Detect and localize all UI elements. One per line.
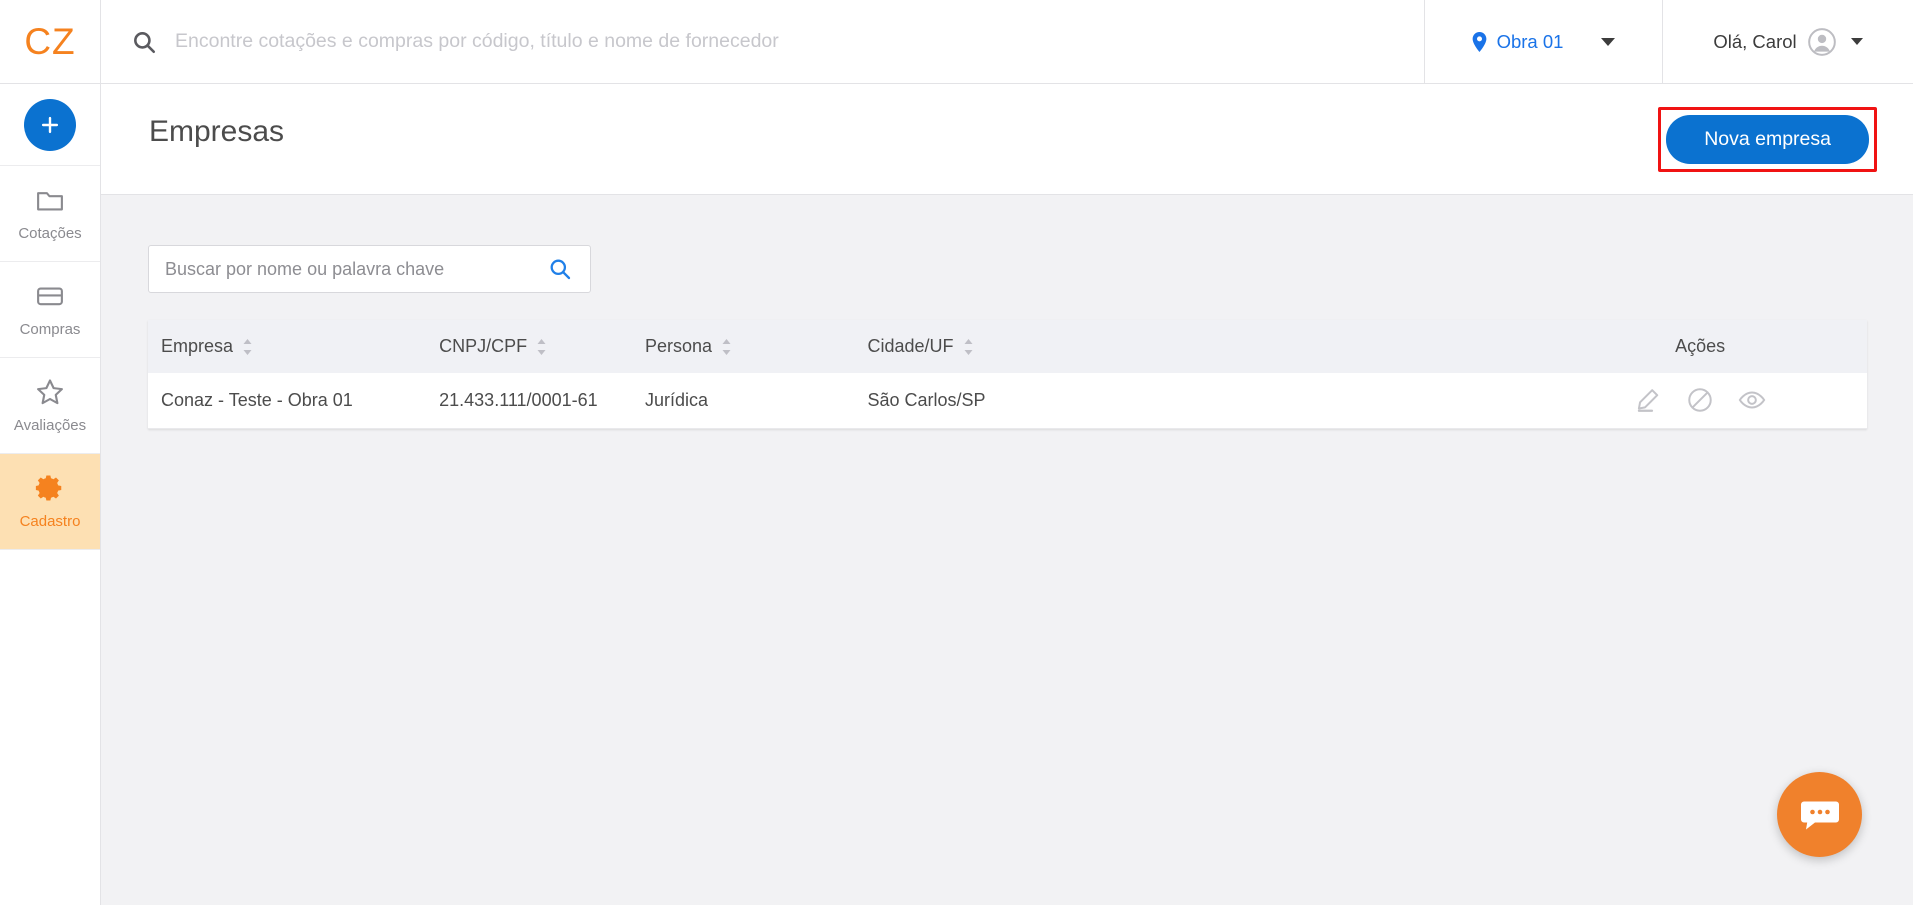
avatar-icon	[1807, 27, 1836, 56]
column-header-persona[interactable]: Persona	[632, 320, 855, 373]
column-label-cidade: Cidade/UF	[867, 336, 954, 356]
company-search[interactable]	[148, 245, 591, 293]
company-search-input[interactable]	[149, 258, 548, 280]
folder-icon	[35, 185, 65, 215]
sort-arrows-icon	[242, 338, 253, 356]
global-search-input[interactable]	[175, 30, 1365, 53]
sidebar-item-label-cadastro: Cadastro	[19, 513, 81, 530]
companies-table-container: Empresa CNPJ/CPF Persona Cidade/UF Ações…	[148, 320, 1867, 429]
table-head: Empresa CNPJ/CPF Persona Cidade/UF Ações	[148, 320, 1867, 373]
chat-bubble-icon	[1800, 801, 1839, 829]
star-icon	[35, 377, 65, 407]
card-icon	[35, 281, 65, 311]
block-icon[interactable]	[1686, 386, 1714, 414]
user-menu[interactable]: Olá, Carol	[1663, 0, 1913, 83]
project-selector[interactable]: Obra 01	[1425, 0, 1663, 83]
project-selector-label: Obra 01	[1496, 30, 1564, 52]
new-company-highlight: Nova empresa	[1658, 107, 1877, 172]
table-body: Conaz - Teste - Obra 01 21.433.111/0001-…	[148, 373, 1867, 428]
chat-widget-button[interactable]	[1777, 772, 1862, 857]
column-label-acoes: Ações	[1675, 336, 1726, 356]
sort-arrows-icon	[963, 338, 974, 356]
cell-empresa: Conaz - Teste - Obra 01	[161, 389, 353, 410]
new-company-button[interactable]: Nova empresa	[1666, 115, 1869, 164]
sidebar-item-cadastro[interactable]: Cadastro	[0, 454, 100, 550]
sidebar-item-compras[interactable]: Compras	[0, 262, 100, 358]
app-logo[interactable]: CZ	[0, 0, 101, 83]
column-header-empresa[interactable]: Empresa	[148, 320, 426, 373]
add-button[interactable]	[24, 98, 76, 151]
table-row[interactable]: Conaz - Teste - Obra 01 21.433.111/0001-…	[148, 373, 1867, 428]
sidebar-item-cotacoes[interactable]: Cotações	[0, 166, 100, 262]
column-label-cnpj: CNPJ/CPF	[439, 336, 528, 356]
page-header: Empresas Nova empresa	[101, 84, 1913, 195]
sidebar: Cotações Compras Avaliações Cadastro	[0, 84, 101, 905]
sidebar-item-label-compras: Compras	[19, 321, 81, 338]
view-icon[interactable]	[1738, 386, 1766, 414]
chevron-down-icon	[1601, 37, 1616, 46]
column-label-empresa: Empresa	[161, 336, 234, 356]
content-area: Empresa CNPJ/CPF	[101, 195, 1913, 905]
page-title: Empresas	[149, 115, 285, 148]
cell-persona: Jurídica	[644, 389, 708, 410]
column-header-cnpj[interactable]: CNPJ/CPF	[426, 320, 632, 373]
sidebar-item-label-avaliacoes: Avaliações	[13, 417, 87, 434]
location-pin-icon	[1472, 32, 1487, 52]
global-search[interactable]	[101, 0, 1425, 83]
logo-text: CZ	[24, 20, 76, 62]
sort-arrows-icon	[721, 338, 732, 356]
search-icon	[131, 29, 157, 55]
search-icon[interactable]	[548, 257, 572, 281]
user-menu-label: Olá, Carol	[1713, 30, 1797, 52]
app-root: CZ Obra 01 Olá, Carol	[0, 0, 1913, 905]
companies-table: Empresa CNPJ/CPF Persona Cidade/UF Ações…	[148, 320, 1867, 429]
edit-icon[interactable]	[1634, 386, 1662, 414]
sidebar-item-label-cotacoes: Cotações	[18, 225, 82, 242]
cell-actions	[1533, 373, 1867, 428]
sidebar-add-cell	[0, 84, 100, 166]
chevron-down-icon-user	[1850, 38, 1863, 45]
sort-arrows-icon	[536, 338, 547, 356]
column-header-acoes: Ações	[1533, 320, 1867, 373]
sidebar-item-avaliacoes[interactable]: Avaliações	[0, 358, 100, 454]
column-label-persona: Persona	[644, 336, 713, 356]
table-header-row: Empresa CNPJ/CPF Persona Cidade/UF Ações	[148, 320, 1867, 373]
cell-cidade: São Carlos/SP	[867, 389, 986, 410]
top-bar: CZ Obra 01 Olá, Carol	[0, 0, 1913, 84]
cell-cnpj: 21.433.111/0001-61	[439, 389, 598, 410]
gear-icon	[35, 473, 65, 503]
column-header-cidade[interactable]: Cidade/UF	[854, 320, 1533, 373]
